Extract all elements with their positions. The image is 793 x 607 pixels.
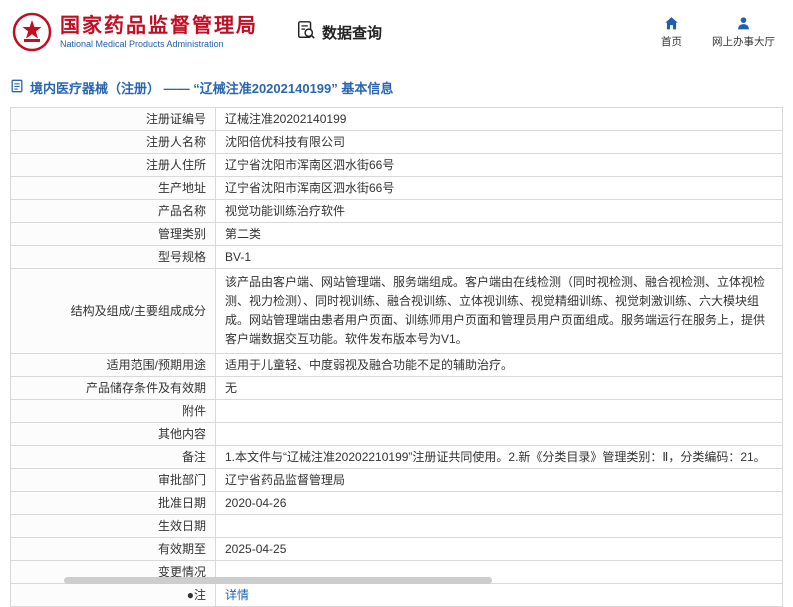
row-label: 有效期至 — [10, 537, 216, 561]
table-row: 注册人名称 沈阳倍优科技有限公司 — [10, 130, 783, 154]
agency-name-cn: 国家药品监督管理局 — [60, 14, 258, 37]
row-label: 其他内容 — [10, 422, 216, 446]
row-label: 管理类别 — [10, 222, 216, 246]
registration-info-table: 注册证编号 辽械注准20202140199 注册人名称 沈阳倍优科技有限公司 注册人住所… — [10, 107, 783, 607]
row-value: 第二类 — [215, 222, 783, 246]
row-value — [215, 422, 783, 446]
row-label: 批准日期 — [10, 491, 216, 515]
table-row: 审批部门 辽宁省药品监督管理局 — [10, 468, 783, 492]
agency-name-en: National Medical Products Administration — [60, 38, 224, 49]
horizontal-scrollbar[interactable] — [64, 577, 492, 584]
row-value: 2025-04-25 — [215, 537, 783, 561]
row-label: ●注 — [10, 583, 216, 607]
breadcrumb: 境内医疗器械（注册） —— “辽械注准20202140199” 基本信息 — [10, 78, 783, 97]
row-label: 生效日期 — [10, 514, 216, 538]
row-value: 辽宁省药品监督管理局 — [215, 468, 783, 492]
table-row: 其他内容 — [10, 422, 783, 446]
page-title: 境内医疗器械（注册） —— “辽械注准20202140199” 基本信息 — [30, 81, 394, 96]
document-search-icon — [296, 20, 316, 44]
header-links: 首页 网上办事大厅 — [661, 16, 775, 49]
nav-online-hall[interactable]: 网上办事大厅 — [712, 16, 775, 49]
row-value: 该产品由客户端、网站管理端、服务端组成。客户端由在线检测（同时视检测、融合视检测… — [215, 268, 783, 354]
table-row: 有效期至 2025-04-25 — [10, 537, 783, 561]
row-label: 生产地址 — [10, 176, 216, 200]
row-value: BV-1 — [215, 245, 783, 269]
nav-data-query[interactable]: 数据查询 — [296, 20, 382, 44]
row-label: 备注 — [10, 445, 216, 469]
table-row: 生产地址 辽宁省沈阳市浑南区泗水街66号 — [10, 176, 783, 200]
table-row: ●注 详情 — [10, 583, 783, 607]
person-icon — [736, 16, 751, 31]
table-row: 附件 — [10, 399, 783, 423]
table-row: 批准日期 2020-04-26 — [10, 491, 783, 515]
table-row: 适用范围/预期用途 适用于儿童轻、中度弱视及融合功能不足的辅助治疗。 — [10, 353, 783, 377]
row-value: 沈阳倍优科技有限公司 — [215, 130, 783, 154]
table-row: 产品名称 视觉功能训练治疗软件 — [10, 199, 783, 223]
horizontal-scrollbar-track — [0, 577, 793, 585]
table-row: 型号规格 BV-1 — [10, 245, 783, 269]
row-value: 辽宁省沈阳市浑南区泗水街66号 — [215, 176, 783, 200]
row-label: 产品储存条件及有效期 — [10, 376, 216, 400]
row-value — [215, 399, 783, 423]
table-row: 注册证编号 辽械注准20202140199 — [10, 107, 783, 131]
row-label: 结构及组成/主要组成成分 — [10, 268, 216, 354]
row-label: 注册证编号 — [10, 107, 216, 131]
table-row: 结构及组成/主要组成成分 该产品由客户端、网站管理端、服务端组成。客户端由在线检测… — [10, 268, 783, 354]
row-label: 附件 — [10, 399, 216, 423]
table-row: 产品储存条件及有效期无 — [10, 376, 783, 400]
row-value: 无 — [215, 376, 783, 400]
row-value: 辽械注准20202140199 — [215, 107, 783, 131]
row-label: 产品名称 — [10, 199, 216, 223]
document-icon — [10, 79, 24, 96]
nav-home[interactable]: 首页 — [661, 16, 682, 49]
home-icon — [664, 16, 679, 31]
nav-home-label: 首页 — [661, 35, 682, 48]
row-value — [215, 514, 783, 538]
row-value: 视觉功能训练治疗软件 — [215, 199, 783, 223]
row-value: 详情 — [215, 583, 783, 607]
row-label: 注册人住所 — [10, 153, 216, 177]
info-table-body: 注册证编号 辽械注准20202140199 注册人名称 沈阳倍优科技有限公司 注册人住所… — [10, 107, 783, 607]
row-value: 2020-04-26 — [215, 491, 783, 515]
table-row: 生效日期 — [10, 514, 783, 538]
table-row: 注册人住所 辽宁省沈阳市浑南区泗水街66号 — [10, 153, 783, 177]
detail-link[interactable]: 详情 — [225, 588, 249, 602]
national-emblem-icon — [12, 12, 52, 52]
row-label: 适用范围/预期用途 — [10, 353, 216, 377]
row-label: 审批部门 — [10, 468, 216, 492]
table-row: 备注 1.本文件与“辽械注准20202210199”注册证共同使用。2.新《分类目… — [10, 445, 783, 469]
row-value: 1.本文件与“辽械注准20202210199”注册证共同使用。2.新《分类目录》… — [215, 445, 783, 469]
nav-online-hall-label: 网上办事大厅 — [712, 35, 775, 48]
nav-data-query-label: 数据查询 — [322, 24, 383, 42]
agency-title-block: 国家药品监督管理局 National Medical Products Admi… — [60, 15, 258, 50]
row-value: 适用于儿童轻、中度弱视及融合功能不足的辅助治疗。 — [215, 353, 783, 377]
row-value: 辽宁省沈阳市浑南区泗水街66号 — [215, 153, 783, 177]
table-row: 管理类别 第二类 — [10, 222, 783, 246]
row-label: 型号规格 — [10, 245, 216, 269]
site-header: 国家药品监督管理局 National Medical Products Admi… — [0, 0, 793, 62]
row-label: 注册人名称 — [10, 130, 216, 154]
